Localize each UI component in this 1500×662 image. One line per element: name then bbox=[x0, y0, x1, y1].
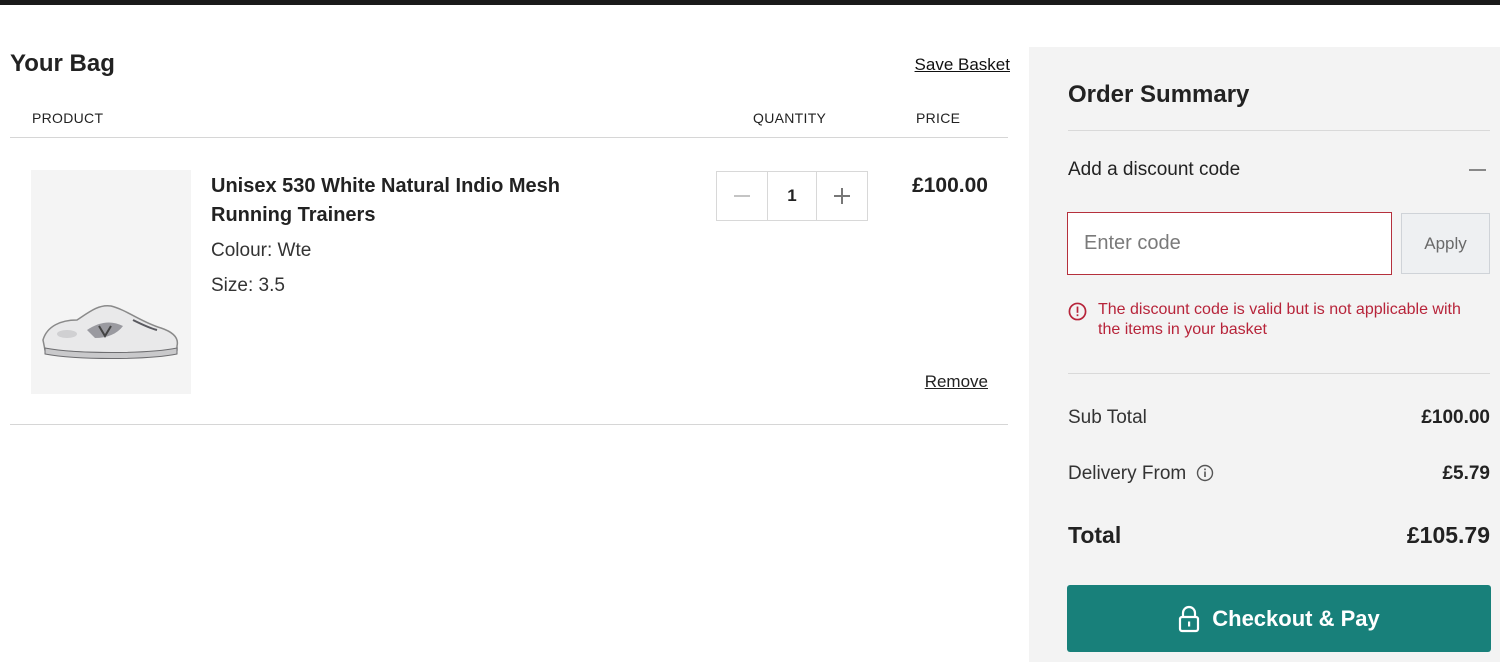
quantity-value[interactable]: 1 bbox=[768, 172, 816, 220]
collapse-icon[interactable] bbox=[1469, 169, 1486, 171]
delivery-label: Delivery From bbox=[1068, 463, 1187, 484]
bag-title: Your Bag bbox=[10, 50, 115, 77]
quantity-stepper: 1 bbox=[716, 171, 868, 221]
delivery-value: £5.79 bbox=[1442, 463, 1490, 484]
column-header-product: PRODUCT bbox=[32, 110, 104, 126]
product-name[interactable]: Unisex 530 White Natural Indio Mesh Runn… bbox=[211, 172, 631, 230]
divider bbox=[10, 424, 1008, 425]
column-header-price: PRICE bbox=[916, 110, 961, 126]
minus-icon bbox=[734, 195, 750, 197]
checkout-pay-label: Checkout & Pay bbox=[1212, 605, 1380, 631]
divider bbox=[1068, 130, 1490, 131]
discount-error-message: The discount code is valid but is not ap… bbox=[1098, 301, 1461, 338]
lock-icon bbox=[1179, 605, 1200, 632]
save-basket-link[interactable]: Save Basket bbox=[915, 55, 1010, 75]
product-image[interactable] bbox=[31, 170, 191, 394]
checkout-pay-button[interactable]: Checkout & Pay bbox=[1067, 585, 1491, 652]
decrease-quantity-button[interactable] bbox=[717, 172, 768, 220]
top-bar bbox=[0, 0, 1500, 5]
bag-line-item: Unisex 530 White Natural Indio Mesh Runn… bbox=[10, 138, 1008, 425]
error-icon bbox=[1068, 302, 1087, 321]
divider bbox=[1068, 373, 1490, 374]
order-summary-panel: Order Summary Add a discount code Apply … bbox=[1029, 47, 1500, 662]
delivery-row: Delivery From bbox=[1068, 463, 1214, 485]
product-colour: Colour: Wte bbox=[211, 240, 312, 261]
product-size: Size: 3.5 bbox=[211, 275, 285, 296]
subtotal-value: £100.00 bbox=[1421, 407, 1490, 428]
column-header-quantity: QUANTITY bbox=[753, 110, 827, 126]
total-value: £105.79 bbox=[1406, 522, 1490, 548]
order-summary-title: Order Summary bbox=[1068, 81, 1250, 108]
total-label: Total bbox=[1068, 522, 1122, 548]
discount-code-toggle-label[interactable]: Add a discount code bbox=[1068, 159, 1240, 181]
apply-discount-button[interactable]: Apply bbox=[1401, 213, 1490, 274]
plus-icon bbox=[834, 188, 850, 204]
increase-quantity-button[interactable] bbox=[816, 172, 867, 220]
info-icon[interactable] bbox=[1196, 464, 1214, 482]
subtotal-label: Sub Total bbox=[1068, 407, 1147, 428]
sneaker-image bbox=[42, 304, 179, 359]
discount-code-input[interactable] bbox=[1067, 212, 1392, 275]
item-price: £100.00 bbox=[912, 174, 988, 197]
remove-item-link[interactable]: Remove bbox=[925, 372, 988, 392]
